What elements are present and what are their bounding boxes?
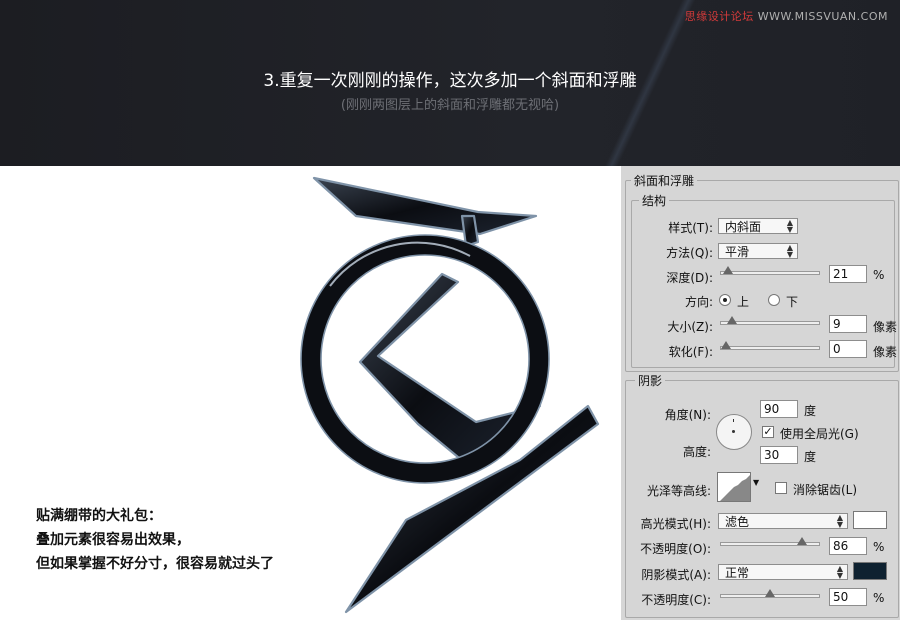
altitude-unit: 度 — [804, 450, 817, 464]
highlight-opacity-label: 不透明度(O): — [640, 542, 711, 556]
highlight-opacity-input[interactable]: 86 — [829, 537, 867, 555]
structure-legend: 结构 — [639, 192, 670, 209]
shadow-mode-select[interactable]: 正常 ▲ ▼ — [718, 564, 848, 580]
shading-legend: 阴影 — [635, 372, 666, 389]
altitude-input[interactable]: 30 — [760, 446, 798, 464]
technique-select[interactable]: 平滑 ▲ ▼ — [718, 243, 798, 259]
antialias-label: 消除锯齿(L) — [793, 483, 858, 497]
direction-up-label: 上 — [737, 295, 750, 309]
shadow-opacity-thumb[interactable] — [765, 589, 775, 597]
soften-slider-thumb[interactable] — [721, 341, 731, 349]
style-select[interactable]: 内斜面 ▲ ▼ — [718, 218, 798, 234]
altitude-label: 高度: — [682, 445, 711, 459]
highlight-mode-label: 高光模式(H): — [640, 517, 711, 531]
shadow-opacity-slider[interactable] — [720, 589, 820, 598]
ring-shape — [301, 235, 549, 483]
highlight-opacity-slider[interactable] — [720, 537, 820, 546]
size-label: 大小(Z): — [667, 320, 713, 334]
highlight-mode-select[interactable]: 滤色 ▲ ▼ — [718, 513, 848, 529]
technique-label: 方法(Q): — [666, 246, 713, 260]
checkmark-icon: ✓ — [763, 425, 773, 438]
shadow-opacity-input[interactable]: 50 — [829, 588, 867, 606]
bevel-emboss-panel: 斜面和浮雕 结构 样式(T): 内斜面 ▲ ▼ 方法(Q): 平滑 ▲ ▼ 深度(D… — [621, 166, 900, 620]
depth-unit: % — [873, 268, 885, 282]
step-title: 3.重复一次刚刚的操作，这次多加一个斜面和浮雕 — [263, 71, 637, 91]
select-arrows-icon: ▲ ▼ — [786, 218, 793, 234]
highlight-opacity-unit: % — [873, 540, 885, 554]
shadow-mode-label: 阴影模式(A): — [641, 568, 711, 582]
direction-up-radio[interactable] — [719, 294, 731, 306]
shadow-opacity-unit: % — [873, 591, 885, 605]
angle-dial-tick — [733, 419, 734, 422]
antialias-checkbox[interactable] — [775, 482, 787, 494]
soften-label: 软化(F): — [668, 345, 713, 359]
direction-down-label: 下 — [786, 295, 799, 309]
direction-down-radio[interactable] — [768, 294, 780, 306]
highlight-opacity-thumb[interactable] — [796, 537, 807, 545]
step-subtitle: (刚刚两图层上的斜面和浮雕都无视哈) — [340, 98, 560, 113]
select-arrows-icon: ▲ ▼ — [836, 564, 843, 580]
direction-label: 方向: — [684, 295, 713, 309]
depth-input[interactable]: 21 — [829, 265, 867, 283]
gloss-contour-label: 光泽等高线: — [646, 484, 711, 498]
angle-dial[interactable] — [716, 414, 752, 450]
shadow-color-swatch[interactable] — [853, 562, 887, 580]
size-unit: 像素 — [873, 320, 898, 334]
soften-slider[interactable] — [720, 341, 820, 350]
select-arrows-icon: ▲ ▼ — [786, 243, 793, 259]
header-banner: 思缘设计论坛 WWW.MISSVUAN.COM 3.重复一次刚刚的操作，这次多加… — [0, 0, 900, 166]
caption: 贴满绷带的大礼包： 叠加元素很容易出效果， 但如果掌握不好分寸，很容易就过头了 — [36, 508, 274, 572]
highlight-color-swatch[interactable] — [853, 511, 887, 529]
watermark: 思缘设计论坛 WWW.MISSVUAN.COM — [684, 10, 888, 23]
contour-dropdown-icon[interactable]: ▼ — [753, 478, 759, 487]
soften-input[interactable]: 0 — [829, 340, 867, 358]
depth-slider-thumb[interactable] — [722, 266, 733, 274]
panel-title: 斜面和浮雕 — [631, 172, 698, 189]
global-light-label: 使用全局光(G) — [780, 427, 859, 441]
depth-label: 深度(D): — [666, 271, 713, 285]
shadow-opacity-label: 不透明度(C): — [641, 593, 711, 607]
top-slash-shape — [312, 176, 538, 236]
depth-slider[interactable] — [720, 266, 820, 275]
angle-unit: 度 — [804, 404, 817, 418]
global-light-checkbox[interactable]: ✓ — [762, 426, 774, 438]
soften-unit: 像素 — [873, 345, 898, 359]
select-arrows-icon: ▲ ▼ — [836, 513, 843, 529]
gloss-contour-picker[interactable] — [717, 472, 751, 502]
angle-input[interactable]: 90 — [760, 400, 798, 418]
angle-label: 角度(N): — [664, 408, 711, 422]
size-slider-thumb[interactable] — [727, 316, 738, 324]
size-slider[interactable] — [720, 316, 820, 325]
contour-curve-icon — [720, 475, 750, 501]
style-label: 样式(T): — [668, 221, 713, 235]
angle-dial-center — [732, 430, 735, 433]
size-input[interactable]: 9 — [829, 315, 867, 333]
